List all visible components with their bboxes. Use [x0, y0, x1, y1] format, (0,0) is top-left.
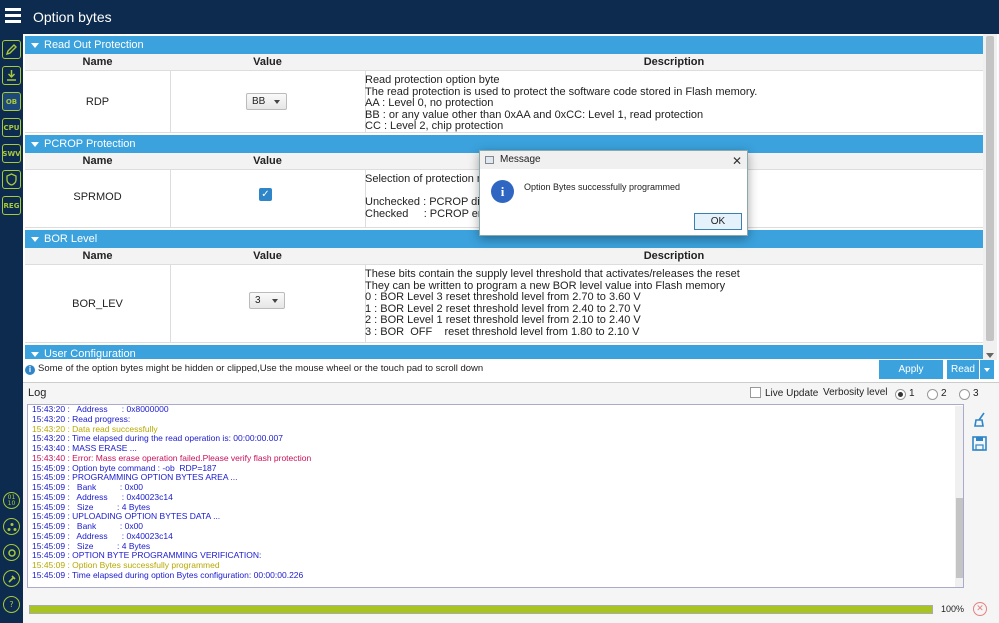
column-value: Value — [253, 56, 282, 68]
chevron-down-icon — [984, 368, 990, 372]
binary-icon[interactable]: 01 10 — [3, 492, 20, 509]
message-dialog: Message ✕ i Option Bytes successfully pr… — [479, 150, 748, 236]
cpu-icon[interactable]: CPU — [2, 118, 21, 137]
log-panel: Log Live Update Verbosity level 1 2 3 15… — [23, 382, 999, 623]
ok-button[interactable]: OK — [694, 213, 742, 230]
read-button[interactable]: Read — [947, 360, 979, 379]
scroll-hint: i Some of the option bytes might be hidde… — [25, 361, 875, 377]
section-title: Read Out Protection — [44, 39, 144, 51]
scrollbar-thumb[interactable] — [986, 36, 994, 341]
option-description: Read protection option byte The read pro… — [365, 75, 758, 133]
pencil-icon[interactable] — [2, 40, 21, 59]
option-name: BOR_LEV — [72, 298, 123, 310]
verbosity-radio-1[interactable] — [895, 389, 906, 400]
section-title: User Configuration — [44, 348, 136, 359]
section-title: BOR Level — [44, 233, 98, 245]
verbosity-radio-label: 2 — [941, 388, 947, 399]
option-bytes-scrollbar[interactable] — [983, 34, 997, 360]
dialog-title-bar[interactable]: Message ✕ — [480, 151, 747, 169]
bor-lev-select-value: 3 — [255, 295, 261, 306]
column-value: Value — [253, 155, 282, 167]
option-description: Selection of protection mode f Unchecked… — [365, 174, 485, 220]
chevron-down-icon — [274, 100, 280, 104]
collapse-triangle-icon — [31, 351, 39, 357]
live-update-checkbox[interactable]: Live Update — [750, 387, 818, 399]
cancel-icon[interactable]: ✕ — [973, 602, 987, 616]
collapse-triangle-icon — [31, 42, 39, 48]
save-log-icon[interactable] — [971, 435, 988, 452]
info-icon: i — [25, 365, 35, 375]
verbosity-radio-label: 3 — [973, 388, 979, 399]
option-name: SPRMOD — [73, 191, 122, 203]
security-icon[interactable] — [2, 170, 21, 189]
table-row: BOR_LEV 3 These bits contain the supply … — [25, 265, 983, 343]
verbosity-label: Verbosity level — [823, 387, 888, 398]
network-icon[interactable] — [3, 518, 20, 535]
apply-button[interactable]: Apply — [879, 360, 943, 379]
column-name: Name — [82, 56, 113, 68]
sprmod-checkbox[interactable]: ✓ — [259, 188, 272, 201]
page-title: Option bytes — [33, 9, 112, 25]
scroll-down-arrow-icon[interactable] — [986, 353, 994, 358]
sidebar: OB CPU SWV REG 01 10 ? — [0, 34, 23, 623]
plug-icon[interactable] — [3, 570, 20, 587]
table-header: Name Value Description — [25, 248, 983, 265]
help-icon[interactable]: ? — [3, 596, 20, 613]
scroll-hint-text: Some of the option bytes might be hidden… — [38, 363, 484, 374]
option-name: RDP — [85, 96, 110, 108]
live-update-label: Live Update — [765, 388, 819, 399]
option-bytes-panel: Read Out Protection Name Value Descripti… — [23, 34, 999, 623]
column-name: Name — [82, 155, 113, 167]
section-header-read-out-protection[interactable]: Read Out Protection — [25, 36, 983, 54]
chevron-down-icon — [272, 299, 278, 303]
table-header: Name Value Description — [25, 54, 983, 71]
log-line: 15:45:09 : Time elapsed during option By… — [32, 569, 304, 580]
verbosity-radio-3[interactable] — [959, 389, 970, 400]
log-output[interactable]: 15:43:20 : Address : 0x8000000 15:43:20 :… — [27, 404, 964, 588]
scrollbar-thumb[interactable] — [956, 498, 963, 578]
collapse-triangle-icon — [31, 141, 39, 147]
hamburger-menu-icon[interactable] — [5, 8, 21, 23]
settings-circle-icon[interactable] — [3, 544, 20, 561]
log-lines: 15:43:20 : Address : 0x8000000 15:43:20 :… — [32, 405, 311, 581]
read-dropdown-button[interactable] — [980, 360, 994, 379]
section-header-user-configuration[interactable]: User Configuration — [25, 345, 983, 359]
swv-icon[interactable]: SWV — [2, 144, 21, 163]
progress-bar — [29, 605, 933, 614]
dialog-title: Message — [500, 154, 541, 165]
column-description: Description — [643, 56, 705, 68]
verbosity-radio-2[interactable] — [927, 389, 938, 400]
column-description: Description — [643, 250, 705, 262]
log-title: Log — [28, 387, 47, 399]
verbosity-radio-label: 1 — [909, 388, 915, 399]
clear-log-broom-icon[interactable] — [971, 411, 988, 428]
rdp-select[interactable]: BB — [246, 93, 287, 110]
info-icon: i — [491, 180, 514, 203]
close-icon[interactable]: ✕ — [732, 152, 742, 170]
collapse-triangle-icon — [31, 236, 39, 242]
column-value: Value — [253, 250, 282, 262]
bor-lev-select[interactable]: 3 — [249, 292, 285, 309]
title-bar: Option bytes — [0, 0, 999, 34]
registers-icon[interactable]: REG — [2, 196, 21, 215]
option-bytes-icon[interactable]: OB — [2, 92, 21, 111]
option-description: These bits contain the supply level thre… — [365, 269, 740, 338]
checkbox-unchecked-icon — [750, 387, 761, 398]
table-row: RDP BB Read protection option byte The r… — [25, 71, 983, 133]
column-name: Name — [82, 250, 113, 262]
progress-fill — [30, 606, 932, 613]
dialog-message: Option Bytes successfully programmed — [524, 182, 681, 192]
progress-percent: 100% — [941, 604, 965, 614]
window-app-icon — [485, 156, 494, 164]
log-scrollbar[interactable] — [955, 406, 963, 587]
download-icon[interactable] — [2, 66, 21, 85]
rdp-select-value: BB — [252, 96, 266, 107]
section-title: PCROP Protection — [44, 138, 136, 150]
